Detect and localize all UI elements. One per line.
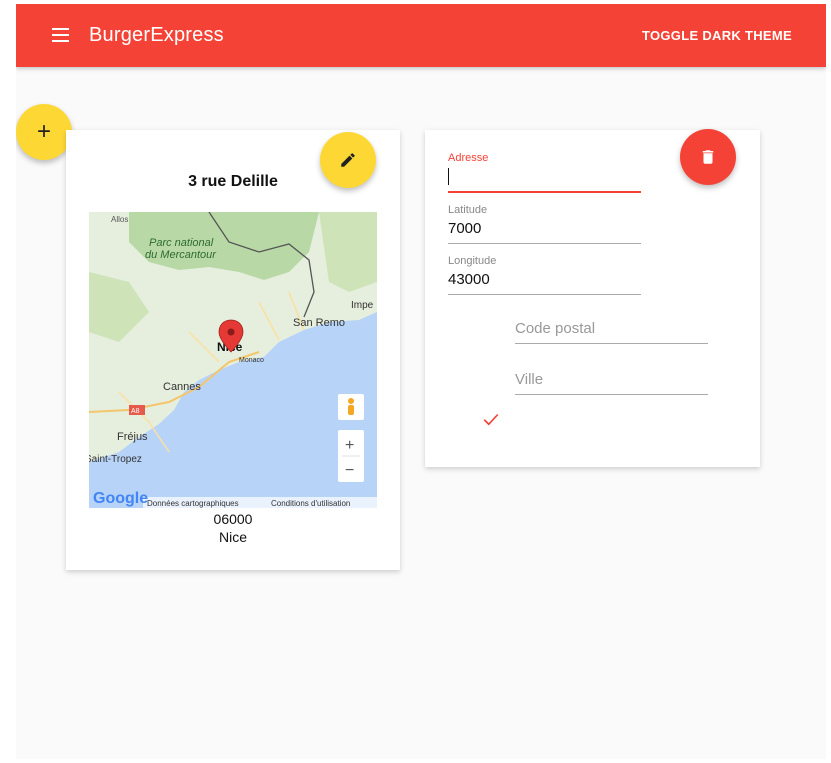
pencil-icon [341,153,355,167]
postal-code-input[interactable]: Code postal [515,320,708,338]
trash-icon [702,150,714,164]
adresse-input[interactable] [448,168,641,186]
map-label-sanremo: San Remo [293,317,345,329]
top-toolbar: BurgerExpress TOGGLE DARK THEME [16,4,826,67]
map-label-cannes: Cannes [163,381,201,393]
zoom-in-button[interactable]: + [345,437,354,454]
google-logo: Google [93,490,148,507]
map-label-allos: Allos [111,215,128,224]
restaurant-card: 3 rue Delille Allos Parc national du Mer… [66,130,400,570]
longitude-field[interactable]: Longitude 43000 [448,255,641,295]
latitude-input[interactable]: 7000 [448,220,641,238]
latitude-field[interactable]: Latitude 7000 [448,204,641,244]
adresse-label: Adresse [448,152,489,164]
map-svg: Allos Parc national du Mercantour Impe S… [89,212,377,508]
map-data-link[interactable]: Données cartographiques [147,499,239,508]
plus-icon: + [36,118,51,145]
card-city: Nice [218,529,247,545]
adresse-field[interactable]: Adresse [448,152,641,193]
map-terms-link[interactable]: Conditions d'utilisation [271,499,350,508]
longitude-input[interactable]: 43000 [448,271,641,289]
delete-button[interactable] [680,129,736,185]
menu-icon[interactable] [52,28,69,42]
latitude-label: Latitude [448,204,488,216]
street-view-icon[interactable] [338,394,364,420]
map-label-a8: A8 [131,408,140,415]
map-label-tropez: Saint-Tropez [89,454,142,465]
map-label-monaco: Monaco [239,357,264,364]
zoom-out-button[interactable]: − [345,462,354,479]
app-root: BurgerExpress TOGGLE DARK THEME + 3 rue … [16,4,826,759]
ville-field[interactable]: Ville [515,371,708,395]
map-label-park: Parc national [149,237,214,249]
longitude-label: Longitude [448,255,497,267]
postal-code-field[interactable]: Code postal [515,320,708,344]
map-label-impe: Impe [351,300,374,311]
map-label-frejus: Fréjus [117,431,148,443]
check-icon[interactable] [482,410,500,428]
add-button[interactable]: + [16,104,72,160]
ville-input[interactable]: Ville [515,371,708,389]
edit-button[interactable] [320,132,376,188]
card-postal-code: 06000 [213,511,253,527]
map-view[interactable]: Allos Parc national du Mercantour Impe S… [89,212,377,508]
map-label-park2: du Mercantour [145,249,217,261]
zoom-control: + − [338,430,364,482]
app-title: BurgerExpress [89,24,224,46]
toggle-dark-theme-button[interactable]: TOGGLE DARK THEME [642,28,792,43]
